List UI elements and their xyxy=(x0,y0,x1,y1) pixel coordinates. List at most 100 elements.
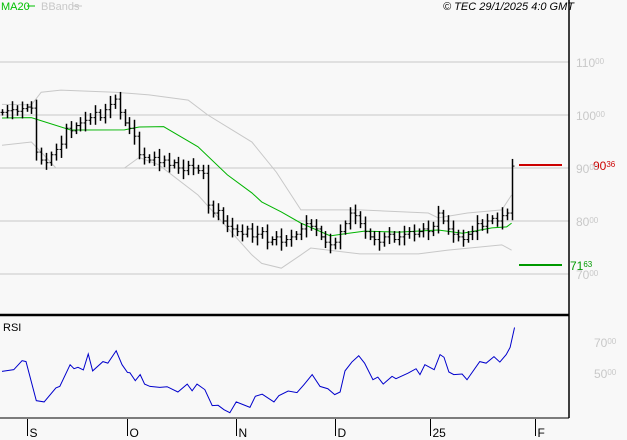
price-bar xyxy=(113,94,118,109)
price-bar xyxy=(10,101,15,120)
x-tick-label: F xyxy=(538,426,545,440)
price-bar xyxy=(49,151,54,166)
price-bar xyxy=(456,229,461,242)
price-bar xyxy=(377,231,382,251)
support-resistance-levels: 90367163 xyxy=(519,159,616,273)
price-bar xyxy=(64,123,69,149)
price-bar xyxy=(397,231,402,246)
price-bar xyxy=(255,225,260,246)
price-bar xyxy=(240,224,245,242)
price-bar xyxy=(382,232,387,247)
price-bar xyxy=(54,143,59,161)
price-bar xyxy=(39,147,44,165)
y-tick-label: 11000 xyxy=(576,56,605,70)
rsi-label: RSI xyxy=(3,322,21,334)
price-bar xyxy=(250,223,255,243)
price-bar xyxy=(500,207,505,230)
price-bar xyxy=(206,164,211,214)
price-bar xyxy=(270,236,275,246)
price-bar xyxy=(132,119,137,145)
price-bar xyxy=(34,99,39,161)
price-bar xyxy=(181,159,186,180)
price-bar xyxy=(505,208,510,221)
price-bar xyxy=(142,147,147,165)
price-bars xyxy=(0,91,515,254)
price-bar xyxy=(274,231,279,246)
legend: MA20 BBands xyxy=(1,1,82,13)
price-bar xyxy=(333,237,338,250)
price-bar xyxy=(485,213,490,234)
rsi-y-tick-label: 7000 xyxy=(594,336,617,350)
legend-bbands-label: BBands xyxy=(41,1,80,13)
price-bar xyxy=(201,164,206,180)
price-bar xyxy=(284,235,289,247)
rsi-y-tick-label: 5000 xyxy=(594,367,617,381)
price-bar xyxy=(358,211,363,229)
price-bar xyxy=(260,227,265,239)
y-tick-label: 9000 xyxy=(576,162,599,176)
y-tick-label: 8000 xyxy=(576,215,599,229)
ma20-line xyxy=(1,117,512,237)
ma20-polyline xyxy=(1,117,512,237)
price-bar xyxy=(78,117,83,132)
price-bar xyxy=(176,156,181,174)
price-bar xyxy=(123,109,128,127)
price-bar xyxy=(172,159,177,169)
rsi-panel: 7000 5000 xyxy=(1,327,617,414)
y-tick-label: 10000 xyxy=(576,109,605,123)
legend-ma20-label: MA20 xyxy=(1,1,30,13)
price-bar xyxy=(372,231,377,246)
x-tick-label: S xyxy=(30,426,38,440)
price-bar xyxy=(348,207,353,230)
price-bar xyxy=(20,101,25,119)
price-bar xyxy=(74,122,79,135)
price-bar xyxy=(211,200,216,218)
price-bar xyxy=(279,228,284,251)
x-tick-label: N xyxy=(239,426,248,440)
price-bar xyxy=(235,224,240,237)
price-bar xyxy=(162,155,167,168)
y-tick-label: 7000 xyxy=(576,268,599,282)
rsi-line xyxy=(1,327,516,414)
price-bar xyxy=(392,231,397,243)
price-bar xyxy=(475,215,480,241)
bband-lower-line xyxy=(1,141,512,269)
price-bar xyxy=(137,131,142,160)
price-bar xyxy=(387,227,392,245)
price-bar xyxy=(412,224,417,242)
x-tick-label: 25 xyxy=(433,426,447,440)
price-bar xyxy=(431,221,436,237)
price-bar xyxy=(363,216,368,239)
copyright-timestamp: © TEC 29/1/2025 4:0 GMT xyxy=(443,1,575,13)
price-bar xyxy=(338,224,343,250)
price-bar xyxy=(314,219,319,237)
price-bar xyxy=(5,104,10,119)
price-bar xyxy=(167,152,172,173)
price-bar xyxy=(402,225,407,246)
price-bar xyxy=(15,105,20,116)
x-tick-label: D xyxy=(338,426,347,440)
price-bar xyxy=(44,152,49,170)
price-bar xyxy=(191,158,196,176)
bband-upper-line xyxy=(1,89,513,219)
price-bar xyxy=(343,220,348,235)
price-bar xyxy=(490,215,495,225)
x-tick-label: O xyxy=(130,426,139,440)
x-axis: S O N D 25 F xyxy=(27,419,545,440)
price-bar xyxy=(265,224,270,250)
price-bar xyxy=(59,135,64,158)
price-bar xyxy=(495,212,500,227)
price-bar xyxy=(245,225,250,238)
price-bar xyxy=(103,103,108,124)
stock-chart: 90367163 11000 10000 9000 8000 7000 7000 5000… xyxy=(0,0,617,440)
price-bar xyxy=(407,227,412,239)
price-bar xyxy=(470,225,475,241)
price-bar xyxy=(196,164,201,174)
price-bar xyxy=(294,231,299,241)
price-bar xyxy=(289,229,294,247)
price-bar xyxy=(216,203,221,221)
price-bar xyxy=(436,205,441,234)
price-bar xyxy=(417,228,422,238)
price-bar xyxy=(299,223,304,241)
price-bar xyxy=(127,117,132,135)
